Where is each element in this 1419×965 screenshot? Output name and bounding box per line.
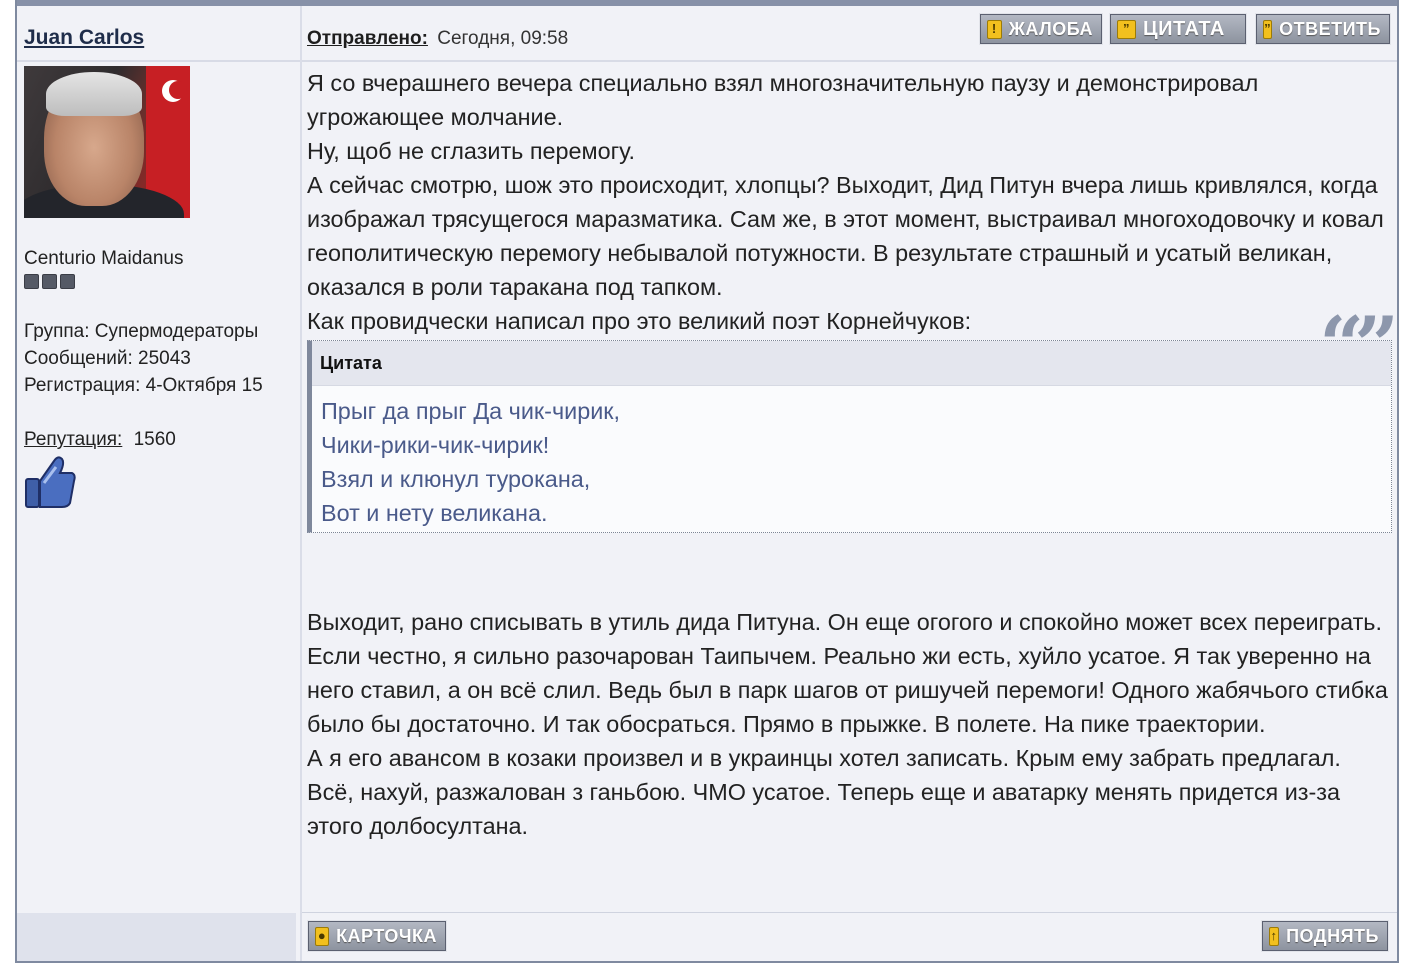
quote-line: Взял и клюнул турокана, bbox=[321, 466, 591, 492]
quote-title: Цитата bbox=[312, 341, 1391, 386]
quote-marks-icon: “” bbox=[1319, 300, 1399, 391]
reputation: Репутация: 1560 bbox=[24, 429, 176, 451]
rank-pips bbox=[24, 274, 75, 289]
scroll-top-button[interactable]: ↑ ПОДНЯТЬ bbox=[1261, 920, 1389, 952]
reply-button-label: ОТВЕТИТЬ bbox=[1279, 18, 1381, 39]
post-footer: ● КАРТОЧКА ↑ ПОДНЯТЬ bbox=[302, 912, 1397, 961]
profile-card-label: КАРТОЧКА bbox=[336, 925, 437, 946]
quote-line: Чики-рики-чик-чирик! bbox=[321, 432, 550, 458]
quote-button-label: ЦИТАТА bbox=[1143, 17, 1225, 40]
author-sidebar: Centurio Maidanus Группа: Супермодератор… bbox=[17, 62, 300, 911]
quote-block: Цитата “” Прыг да прыг Да чик-чирик, Чик… bbox=[307, 307, 1399, 533]
user-group: Группа: Супермодераторы bbox=[24, 321, 259, 342]
post-body: Я со вчерашнего вечера специально взял м… bbox=[307, 66, 1399, 843]
user-post-count: Сообщений: 25043 bbox=[24, 348, 191, 369]
sent-label: Отправлено: bbox=[307, 28, 428, 49]
scroll-top-label: ПОДНЯТЬ bbox=[1286, 925, 1379, 946]
quote-icon: ” bbox=[1117, 19, 1136, 39]
quote-line: Вот и нету великана. bbox=[321, 500, 548, 526]
post-paragraph: Ну, щоб не сглазить перемогу. bbox=[307, 138, 636, 164]
forum-post: Juan Carlos Отправлено: Сегодня, 09:58 !… bbox=[15, 0, 1399, 963]
post-paragraph: Выходит, рано списывать в утиль дида Пит… bbox=[307, 609, 1382, 635]
exclamation-icon: ! bbox=[987, 19, 1002, 39]
rank-pip bbox=[60, 274, 75, 289]
post-paragraph: А я его авансом в козаки произвел и в ук… bbox=[307, 745, 1341, 839]
column-divider bbox=[300, 6, 302, 961]
author-link[interactable]: Juan Carlos bbox=[24, 26, 144, 50]
report-button[interactable]: ! ЖАЛОБА bbox=[979, 13, 1103, 45]
rank-pip bbox=[24, 274, 39, 289]
arrow-up-icon: ↑ bbox=[1269, 926, 1280, 946]
reputation-value: 1560 bbox=[133, 429, 176, 450]
reply-button[interactable]: ” ОТВЕТИТЬ bbox=[1255, 13, 1391, 45]
footer-left-cell bbox=[17, 913, 296, 961]
user-icon: ● bbox=[315, 926, 330, 946]
rank-pip bbox=[42, 274, 57, 289]
user-registration: Регистрация: 4-Октября 15 bbox=[24, 375, 263, 396]
post-date: Отправлено: Сегодня, 09:58 bbox=[307, 28, 568, 50]
post-paragraph: А сейчас смотрю, шож это происходит, хло… bbox=[307, 172, 1384, 300]
quote-body: Прыг да прыг Да чик-чирик, Чики-рики-чик… bbox=[312, 386, 1391, 532]
avatar[interactable] bbox=[24, 66, 190, 218]
avatar-crescent-cut bbox=[169, 81, 187, 99]
thumbs-up-icon[interactable] bbox=[24, 455, 76, 509]
profile-card-button[interactable]: ● КАРТОЧКА bbox=[307, 920, 447, 952]
quote-line: Прыг да прыг Да чик-чирик, bbox=[321, 398, 621, 424]
user-rank: Centurio Maidanus bbox=[24, 248, 184, 269]
reputation-label[interactable]: Репутация: bbox=[24, 429, 122, 450]
report-button-label: ЖАЛОБА bbox=[1008, 18, 1093, 39]
post-header: Juan Carlos Отправлено: Сегодня, 09:58 !… bbox=[17, 6, 1397, 62]
post-paragraph: Если честно, я сильно разочарован Таипыч… bbox=[307, 643, 1388, 737]
post-paragraph: Как провидчески написал про это великий … bbox=[307, 308, 972, 334]
sent-time: Сегодня, 09:58 bbox=[437, 28, 569, 49]
avatar-hair bbox=[46, 72, 142, 116]
quote-button[interactable]: ” ЦИТАТА bbox=[1109, 13, 1247, 45]
reply-quote-icon: ” bbox=[1263, 19, 1273, 39]
post-paragraph: Я со вчерашнего вечера специально взял м… bbox=[307, 70, 1259, 130]
